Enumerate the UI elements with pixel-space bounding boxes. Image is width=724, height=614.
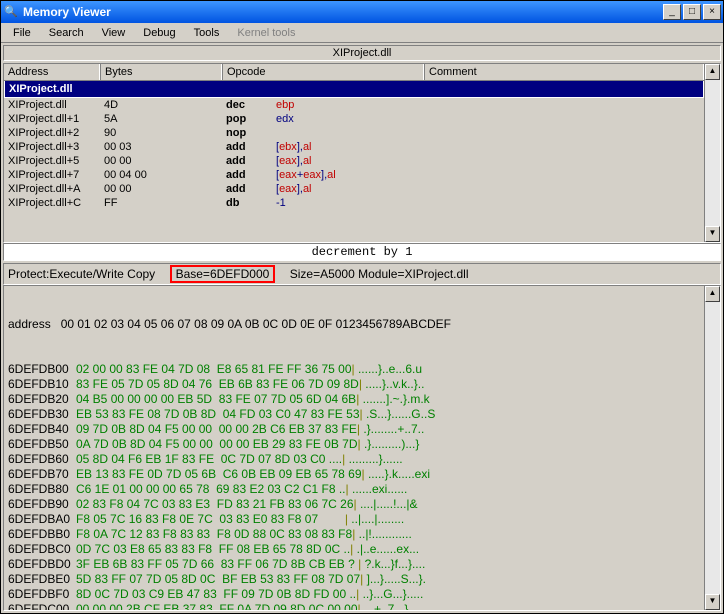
instruction-hint: decrement by 1 xyxy=(3,243,721,261)
hex-scrollbar[interactable]: ▲ ▼ xyxy=(704,286,720,610)
maximize-button[interactable]: □ xyxy=(683,4,701,20)
col-bytes[interactable]: Bytes xyxy=(100,64,222,80)
base-address-highlight: Base=6DEFD000 xyxy=(170,265,276,283)
hex-dump[interactable]: address 00 01 02 03 04 05 06 07 08 09 0A… xyxy=(4,286,704,610)
hex-column-header: address 00 01 02 03 04 05 06 07 08 09 0A… xyxy=(8,317,700,332)
protect-label: Protect:Execute/Write Copy xyxy=(8,267,155,281)
hex-row[interactable]: 6DEFDB00 02 00 00 83 FE 04 7D 08 E8 65 8… xyxy=(8,362,700,377)
hex-row[interactable]: 6DEFDB20 04 B5 00 00 00 00 EB 5D 83 FE 0… xyxy=(8,392,700,407)
hex-row[interactable]: 6DEFDB70 EB 13 83 FE 0D 7D 05 6B C6 0B E… xyxy=(8,467,700,482)
minimize-button[interactable]: _ xyxy=(663,4,681,20)
hex-row[interactable]: 6DEFDB50 0A 7D 0B 8D 04 F5 00 00 00 00 E… xyxy=(8,437,700,452)
window-title: Memory Viewer xyxy=(23,5,663,19)
menubar: File Search View Debug Tools Kernel tool… xyxy=(1,23,723,43)
hex-row[interactable]: 6DEFDBA0 F8 05 7C 16 83 F8 0E 7C 03 83 E… xyxy=(8,512,700,527)
hex-row[interactable]: 6DEFDBD0 3F EB 6B 83 FF 05 7D 66 83 FF 0… xyxy=(8,557,700,572)
close-button[interactable]: × xyxy=(703,4,721,20)
hex-row[interactable]: 6DEFDB40 09 7D 0B 8D 04 F5 00 00 00 00 2… xyxy=(8,422,700,437)
hex-row[interactable]: 6DEFDB30 EB 53 83 FE 08 7D 0B 8D 04 FD 0… xyxy=(8,407,700,422)
hex-row[interactable]: 6DEFDB80 C6 1E 01 00 00 00 65 78 69 83 E… xyxy=(8,482,700,497)
disasm-row[interactable]: XIProject.dll+A00 00add[eax],al xyxy=(4,182,704,196)
disasm-row[interactable]: XIProject.dll4Ddecebp xyxy=(4,98,704,112)
titlebar: 🔍 Memory Viewer _ □ × xyxy=(1,1,723,23)
module-label: XIProject.dll xyxy=(3,45,721,61)
scroll-down-icon[interactable]: ▼ xyxy=(705,594,720,610)
scroll-up-icon[interactable]: ▲ xyxy=(705,64,720,80)
memory-info-bar: Protect:Execute/Write Copy Base=6DEFD000… xyxy=(3,263,721,285)
menu-tools[interactable]: Tools xyxy=(186,25,228,41)
col-address[interactable]: Address xyxy=(4,64,100,80)
hex-row[interactable]: 6DEFDBC0 0D 7C 03 E8 65 83 83 F8 FF 08 E… xyxy=(8,542,700,557)
hex-row[interactable]: 6DEFDBF0 8D 0C 7D 03 C9 EB 47 83 FF 09 7… xyxy=(8,587,700,602)
menu-file[interactable]: File xyxy=(5,25,39,41)
disasm-row[interactable]: XIProject.dll+290nop xyxy=(4,126,704,140)
disasm-row[interactable]: XIProject.dll+15Apopedx xyxy=(4,112,704,126)
disasm-scrollbar[interactable]: ▲ ▼ xyxy=(704,64,720,242)
hex-row[interactable]: 6DEFDB10 83 FE 05 7D 05 8D 04 76 EB 6B 8… xyxy=(8,377,700,392)
hex-row[interactable]: 6DEFDB90 02 83 F8 04 7C 03 83 E3 FD 83 2… xyxy=(8,497,700,512)
scroll-down-icon[interactable]: ▼ xyxy=(705,226,720,242)
col-comment[interactable]: Comment xyxy=(424,64,704,80)
menu-view[interactable]: View xyxy=(94,25,134,41)
hex-row[interactable]: 6DEFDBB0 F8 0A 7C 12 83 F8 83 83 F8 0D 8… xyxy=(8,527,700,542)
hex-row[interactable]: 6DEFDBE0 5D 83 FF 07 7D 05 8D 0C BF EB 5… xyxy=(8,572,700,587)
menu-search[interactable]: Search xyxy=(41,25,92,41)
hex-row[interactable]: 6DEFDC00 00 00 00 2B CF EB 37 83 FF 0A 7… xyxy=(8,602,700,610)
disasm-row[interactable]: XIProject.dll+CFFdb-1 xyxy=(4,196,704,210)
app-icon: 🔍 xyxy=(3,4,19,20)
menu-debug[interactable]: Debug xyxy=(135,25,183,41)
disassembly-table[interactable]: Address Bytes Opcode Comment XIProject.d… xyxy=(4,64,704,242)
col-opcode[interactable]: Opcode xyxy=(222,64,424,80)
menu-kernel-tools: Kernel tools xyxy=(229,25,303,41)
scroll-up-icon[interactable]: ▲ xyxy=(705,286,720,302)
size-module-label: Size=A5000 Module=XIProject.dll xyxy=(290,267,469,281)
disasm-row[interactable]: XIProject.dll+700 04 00add[eax+eax],al xyxy=(4,168,704,182)
section-header[interactable]: XIProject.dll xyxy=(4,81,704,98)
disasm-row[interactable]: XIProject.dll+500 00add[eax],al xyxy=(4,154,704,168)
hex-row[interactable]: 6DEFDB60 05 8D 04 F6 EB 1F 83 FE 0C 7D 0… xyxy=(8,452,700,467)
disasm-row[interactable]: XIProject.dll+300 03add[ebx],al xyxy=(4,140,704,154)
